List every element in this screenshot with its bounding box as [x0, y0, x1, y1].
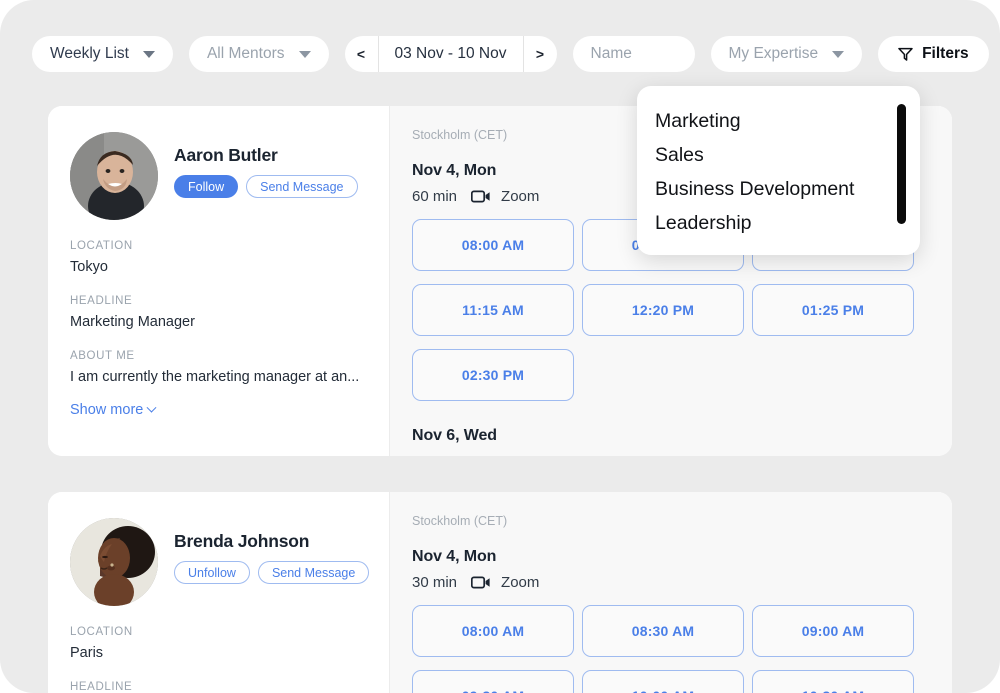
mentor-select[interactable]: All Mentors	[188, 36, 329, 72]
view-select-label: Weekly List	[50, 45, 129, 62]
show-more-button[interactable]: Show more	[70, 402, 157, 418]
session-provider: Zoom	[501, 188, 540, 205]
mentor-name: Aaron Butler	[174, 145, 278, 165]
dropdown-option[interactable]: Business Development	[655, 172, 920, 206]
send-message-button[interactable]: Send Message	[257, 561, 370, 584]
time-slot[interactable]: 08:00 AM	[412, 605, 574, 657]
date-navigator: < 03 Nov - 10 Nov >	[344, 36, 557, 72]
mentor-select-label: All Mentors	[206, 45, 285, 62]
dropdown-option[interactable]: Leadership	[655, 206, 920, 240]
app-page: Weekly List All Mentors < 03 Nov - 10 No…	[0, 0, 1000, 693]
date-range-label: 03 Nov - 10 Nov	[394, 45, 507, 62]
chevron-down-icon	[142, 50, 155, 58]
video-camera-icon	[471, 576, 491, 589]
prev-week-button[interactable]: <	[345, 36, 379, 72]
expertise-select[interactable]: My Expertise	[710, 36, 863, 72]
time-slot[interactable]: 09:30 AM	[412, 670, 574, 693]
filters-button-label: Filters	[922, 45, 969, 62]
time-slot[interactable]: 08:00 AM	[412, 219, 574, 271]
mentor-profile: Aaron Butler Follow Send Message LOCATIO…	[48, 106, 390, 456]
profile-header: Brenda Johnson Unfollow Send Message	[70, 518, 370, 606]
mentor-name: Brenda Johnson	[174, 531, 310, 551]
about-me-label: ABOUT ME	[70, 350, 135, 362]
location-label: LOCATION	[70, 626, 133, 638]
day-title: Nov 4, Mon	[412, 548, 497, 565]
time-slot[interactable]: 10:30 AM	[752, 670, 914, 693]
time-slot[interactable]: 12:20 PM	[582, 284, 744, 336]
headline-label: HEADLINE	[70, 295, 133, 307]
expertise-select-label: My Expertise	[728, 45, 819, 62]
show-more-label: Show more	[70, 402, 144, 418]
session-duration: 60 min	[412, 188, 458, 205]
avatar	[70, 132, 158, 220]
mentor-card: Brenda Johnson Unfollow Send Message LOC…	[48, 492, 952, 693]
next-week-button[interactable]: >	[522, 36, 557, 72]
time-slot[interactable]: 01:25 PM	[752, 284, 914, 336]
headline-label: HEADLINE	[70, 681, 133, 693]
chevron-down-icon	[832, 50, 845, 58]
session-provider: Zoom	[501, 574, 540, 591]
send-message-button[interactable]: Send Message	[246, 175, 358, 198]
dropdown-option[interactable]: Marketing	[655, 104, 920, 138]
follow-button[interactable]: Follow	[174, 175, 239, 198]
time-slot[interactable]: 09:00 AM	[752, 605, 914, 657]
time-slot-grid: 08:00 AM 08:30 AM 09:00 AM 09:30 AM 10:0…	[412, 605, 926, 693]
session-meta: 30 min Zoom	[412, 574, 926, 591]
chevron-down-icon	[298, 50, 311, 58]
location-value: Tokyo	[70, 259, 108, 275]
profile-actions: Unfollow Send Message	[174, 561, 370, 584]
name-search-input[interactable]	[572, 36, 695, 72]
dropdown-option[interactable]: Sales	[655, 138, 920, 172]
headline-value: Marketing Manager	[70, 314, 195, 330]
video-camera-icon	[471, 190, 491, 203]
location-value: Paris	[70, 645, 104, 661]
day-title: Nov 6, Wed	[412, 427, 497, 444]
time-slot[interactable]: 10:00 AM	[582, 670, 744, 693]
mentor-profile: Brenda Johnson Unfollow Send Message LOC…	[48, 492, 390, 693]
toolbar: Weekly List All Mentors < 03 Nov - 10 No…	[32, 36, 989, 72]
funnel-icon	[898, 47, 913, 61]
mentor-schedule: Stockholm (CET) Nov 4, Mon 30 min Zoom 0…	[390, 492, 952, 693]
profile-actions: Follow Send Message	[174, 175, 358, 198]
location-label: LOCATION	[70, 240, 133, 252]
time-slot[interactable]: 11:15 AM	[412, 284, 574, 336]
expertise-dropdown: Marketing Sales Business Development Lea…	[637, 86, 920, 255]
about-me-value: I am currently the marketing manager at …	[70, 369, 360, 385]
unfollow-button[interactable]: Unfollow	[174, 561, 250, 584]
time-slot[interactable]: 08:30 AM	[582, 605, 744, 657]
time-slot[interactable]: 02:30 PM	[412, 349, 574, 401]
view-select[interactable]: Weekly List	[32, 36, 173, 72]
chevron-down-icon	[146, 402, 157, 413]
profile-header: Aaron Butler Follow Send Message	[70, 132, 367, 220]
avatar	[70, 518, 158, 606]
filters-button[interactable]: Filters	[878, 36, 989, 72]
session-duration: 30 min	[412, 574, 458, 591]
dropdown-scrollbar[interactable]	[897, 104, 906, 224]
timezone-label: Stockholm (CET)	[412, 514, 508, 528]
